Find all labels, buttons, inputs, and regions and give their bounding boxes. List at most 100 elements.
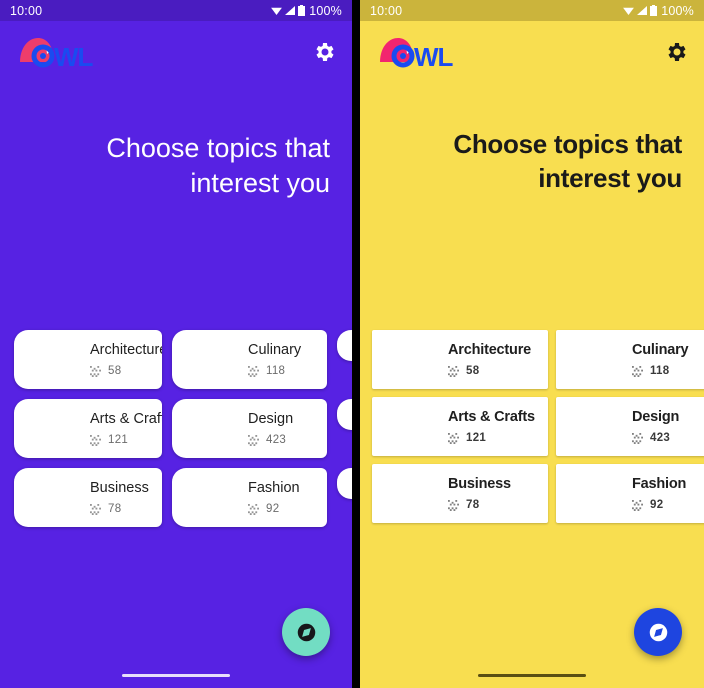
- explore-fab-button[interactable]: [282, 608, 330, 656]
- topic-meta: Business 78: [76, 468, 162, 527]
- topic-name: Architecture: [90, 342, 162, 358]
- topic-card[interactable]: Arts & Crafts 121: [14, 399, 162, 458]
- cell-signal-icon: [285, 6, 296, 15]
- topic-name: Arts & Crafts: [448, 409, 535, 425]
- topic-course-count: 423: [248, 434, 293, 446]
- status-bar: 10:00 100%: [0, 0, 352, 21]
- battery-icon: [298, 5, 306, 16]
- status-indicators: 100%: [623, 4, 694, 18]
- app-bar: WL: [360, 21, 704, 83]
- topic-card[interactable]: Architecture 58: [372, 330, 548, 389]
- page-title: Choose topics that interest you: [106, 133, 330, 198]
- owl-logo[interactable]: WL: [16, 32, 112, 72]
- gesture-nav-bar[interactable]: [478, 674, 586, 677]
- topic-card[interactable]: Fashion 92: [172, 468, 327, 527]
- phone-screen-purple: 10:00 100% WL Choose topics that interes…: [0, 0, 352, 688]
- topic-name: Design: [248, 411, 294, 427]
- grain-icon: [448, 365, 459, 377]
- grain-icon: [90, 503, 101, 515]
- wifi-icon: [623, 7, 635, 15]
- topic-name: Fashion: [632, 476, 687, 492]
- topics-grid: Architecture 58 Culinary 118 Arts & Craf…: [360, 330, 704, 531]
- app-bar: WL: [0, 21, 352, 83]
- topic-meta: Culinary 118: [618, 330, 704, 389]
- topic-card[interactable]: Arts & Crafts 121: [372, 397, 548, 456]
- topic-course-count: 118: [248, 365, 301, 377]
- topic-name: Architecture: [448, 342, 532, 358]
- status-clock: 10:00: [10, 3, 43, 18]
- grain-icon: [632, 499, 643, 511]
- topic-count-value: 58: [108, 365, 122, 377]
- topic-card-partial[interactable]: [337, 330, 352, 361]
- grain-icon: [248, 503, 259, 515]
- topic-course-count: 121: [448, 432, 535, 444]
- status-indicators: 100%: [271, 4, 342, 18]
- grain-icon: [632, 365, 643, 377]
- topic-count-value: 78: [108, 503, 122, 515]
- topics-row: Business 78 Fashion 92: [0, 468, 352, 527]
- topic-count-value: 121: [108, 434, 129, 446]
- topic-name: Business: [448, 476, 511, 492]
- topic-meta: Fashion 92: [234, 468, 316, 527]
- topic-count-value: 92: [266, 503, 280, 515]
- topic-card-partial[interactable]: [337, 468, 352, 499]
- topics-row: Arts & Crafts 121: [360, 397, 704, 456]
- topic-name: Culinary: [248, 342, 302, 358]
- topics-row: Arts & Crafts 121: [0, 399, 352, 458]
- status-bar: 10:00 100%: [360, 0, 704, 21]
- topic-card-partial[interactable]: [337, 399, 352, 430]
- topic-card[interactable]: Business 78: [14, 468, 162, 527]
- topic-card[interactable]: Business 78: [372, 464, 548, 523]
- grain-icon: [448, 499, 459, 511]
- topic-course-count: 78: [90, 503, 149, 515]
- settings-button[interactable]: [312, 40, 336, 64]
- topic-count-value: 58: [466, 365, 480, 377]
- svg-text:WL: WL: [414, 42, 454, 72]
- topic-card[interactable]: Design 423: [172, 399, 327, 458]
- topic-card[interactable]: Culinary 118: [172, 330, 327, 389]
- topic-card[interactable]: Fashion 92: [556, 464, 704, 523]
- topic-card[interactable]: Architecture 58: [14, 330, 162, 389]
- status-clock: 10:00: [370, 3, 403, 18]
- topic-card[interactable]: Design 423: [556, 397, 704, 456]
- topics-row: Architecture 58 Culinary 118: [360, 330, 704, 389]
- topic-meta: Arts & Crafts 121: [76, 399, 162, 458]
- explore-compass-icon: [649, 623, 667, 641]
- topic-meta: Arts & Crafts 121: [434, 397, 548, 456]
- topic-meta: Culinary 118: [234, 330, 317, 389]
- topics-grid: Architecture 58 Culinary 118 Arts & Craf…: [0, 330, 352, 537]
- topic-course-count: 121: [90, 434, 162, 446]
- topic-meta: Architecture 58: [76, 330, 162, 389]
- topic-name: Culinary: [632, 342, 689, 358]
- topic-meta: Design 423: [234, 399, 309, 458]
- topic-course-count: 92: [632, 499, 686, 511]
- topic-count-value: 118: [266, 365, 286, 377]
- wifi-icon: [271, 7, 283, 15]
- topic-meta: Fashion 92: [618, 464, 702, 523]
- topic-count-value: 92: [650, 499, 664, 511]
- topic-count-value: 78: [466, 499, 480, 511]
- grain-icon: [248, 434, 259, 446]
- gesture-nav-bar[interactable]: [122, 674, 230, 677]
- topic-count-value: 121: [466, 432, 487, 444]
- topic-card[interactable]: Culinary 118: [556, 330, 704, 389]
- svg-text:WL: WL: [54, 42, 94, 72]
- topic-course-count: 423: [632, 432, 679, 444]
- topic-course-count: 58: [90, 365, 162, 377]
- explore-fab-button[interactable]: [634, 608, 682, 656]
- owl-logo[interactable]: WL: [376, 32, 472, 72]
- topic-meta: Business 78: [434, 464, 527, 523]
- battery-percent: 100%: [309, 3, 342, 18]
- topic-count-value: 118: [650, 365, 670, 377]
- explore-compass-icon: [297, 623, 315, 641]
- topic-count-value: 423: [266, 434, 287, 446]
- gear-icon: [668, 43, 686, 61]
- topic-name: Business: [90, 480, 149, 496]
- dual-screenshot-stage: 10:00 100% WL Choose topics that interes…: [0, 0, 704, 688]
- grain-icon: [448, 432, 459, 444]
- grain-icon: [90, 434, 101, 446]
- settings-button[interactable]: [664, 40, 688, 64]
- topic-name: Arts & Crafts: [90, 411, 162, 427]
- battery-percent: 100%: [661, 3, 694, 18]
- battery-icon: [650, 5, 658, 16]
